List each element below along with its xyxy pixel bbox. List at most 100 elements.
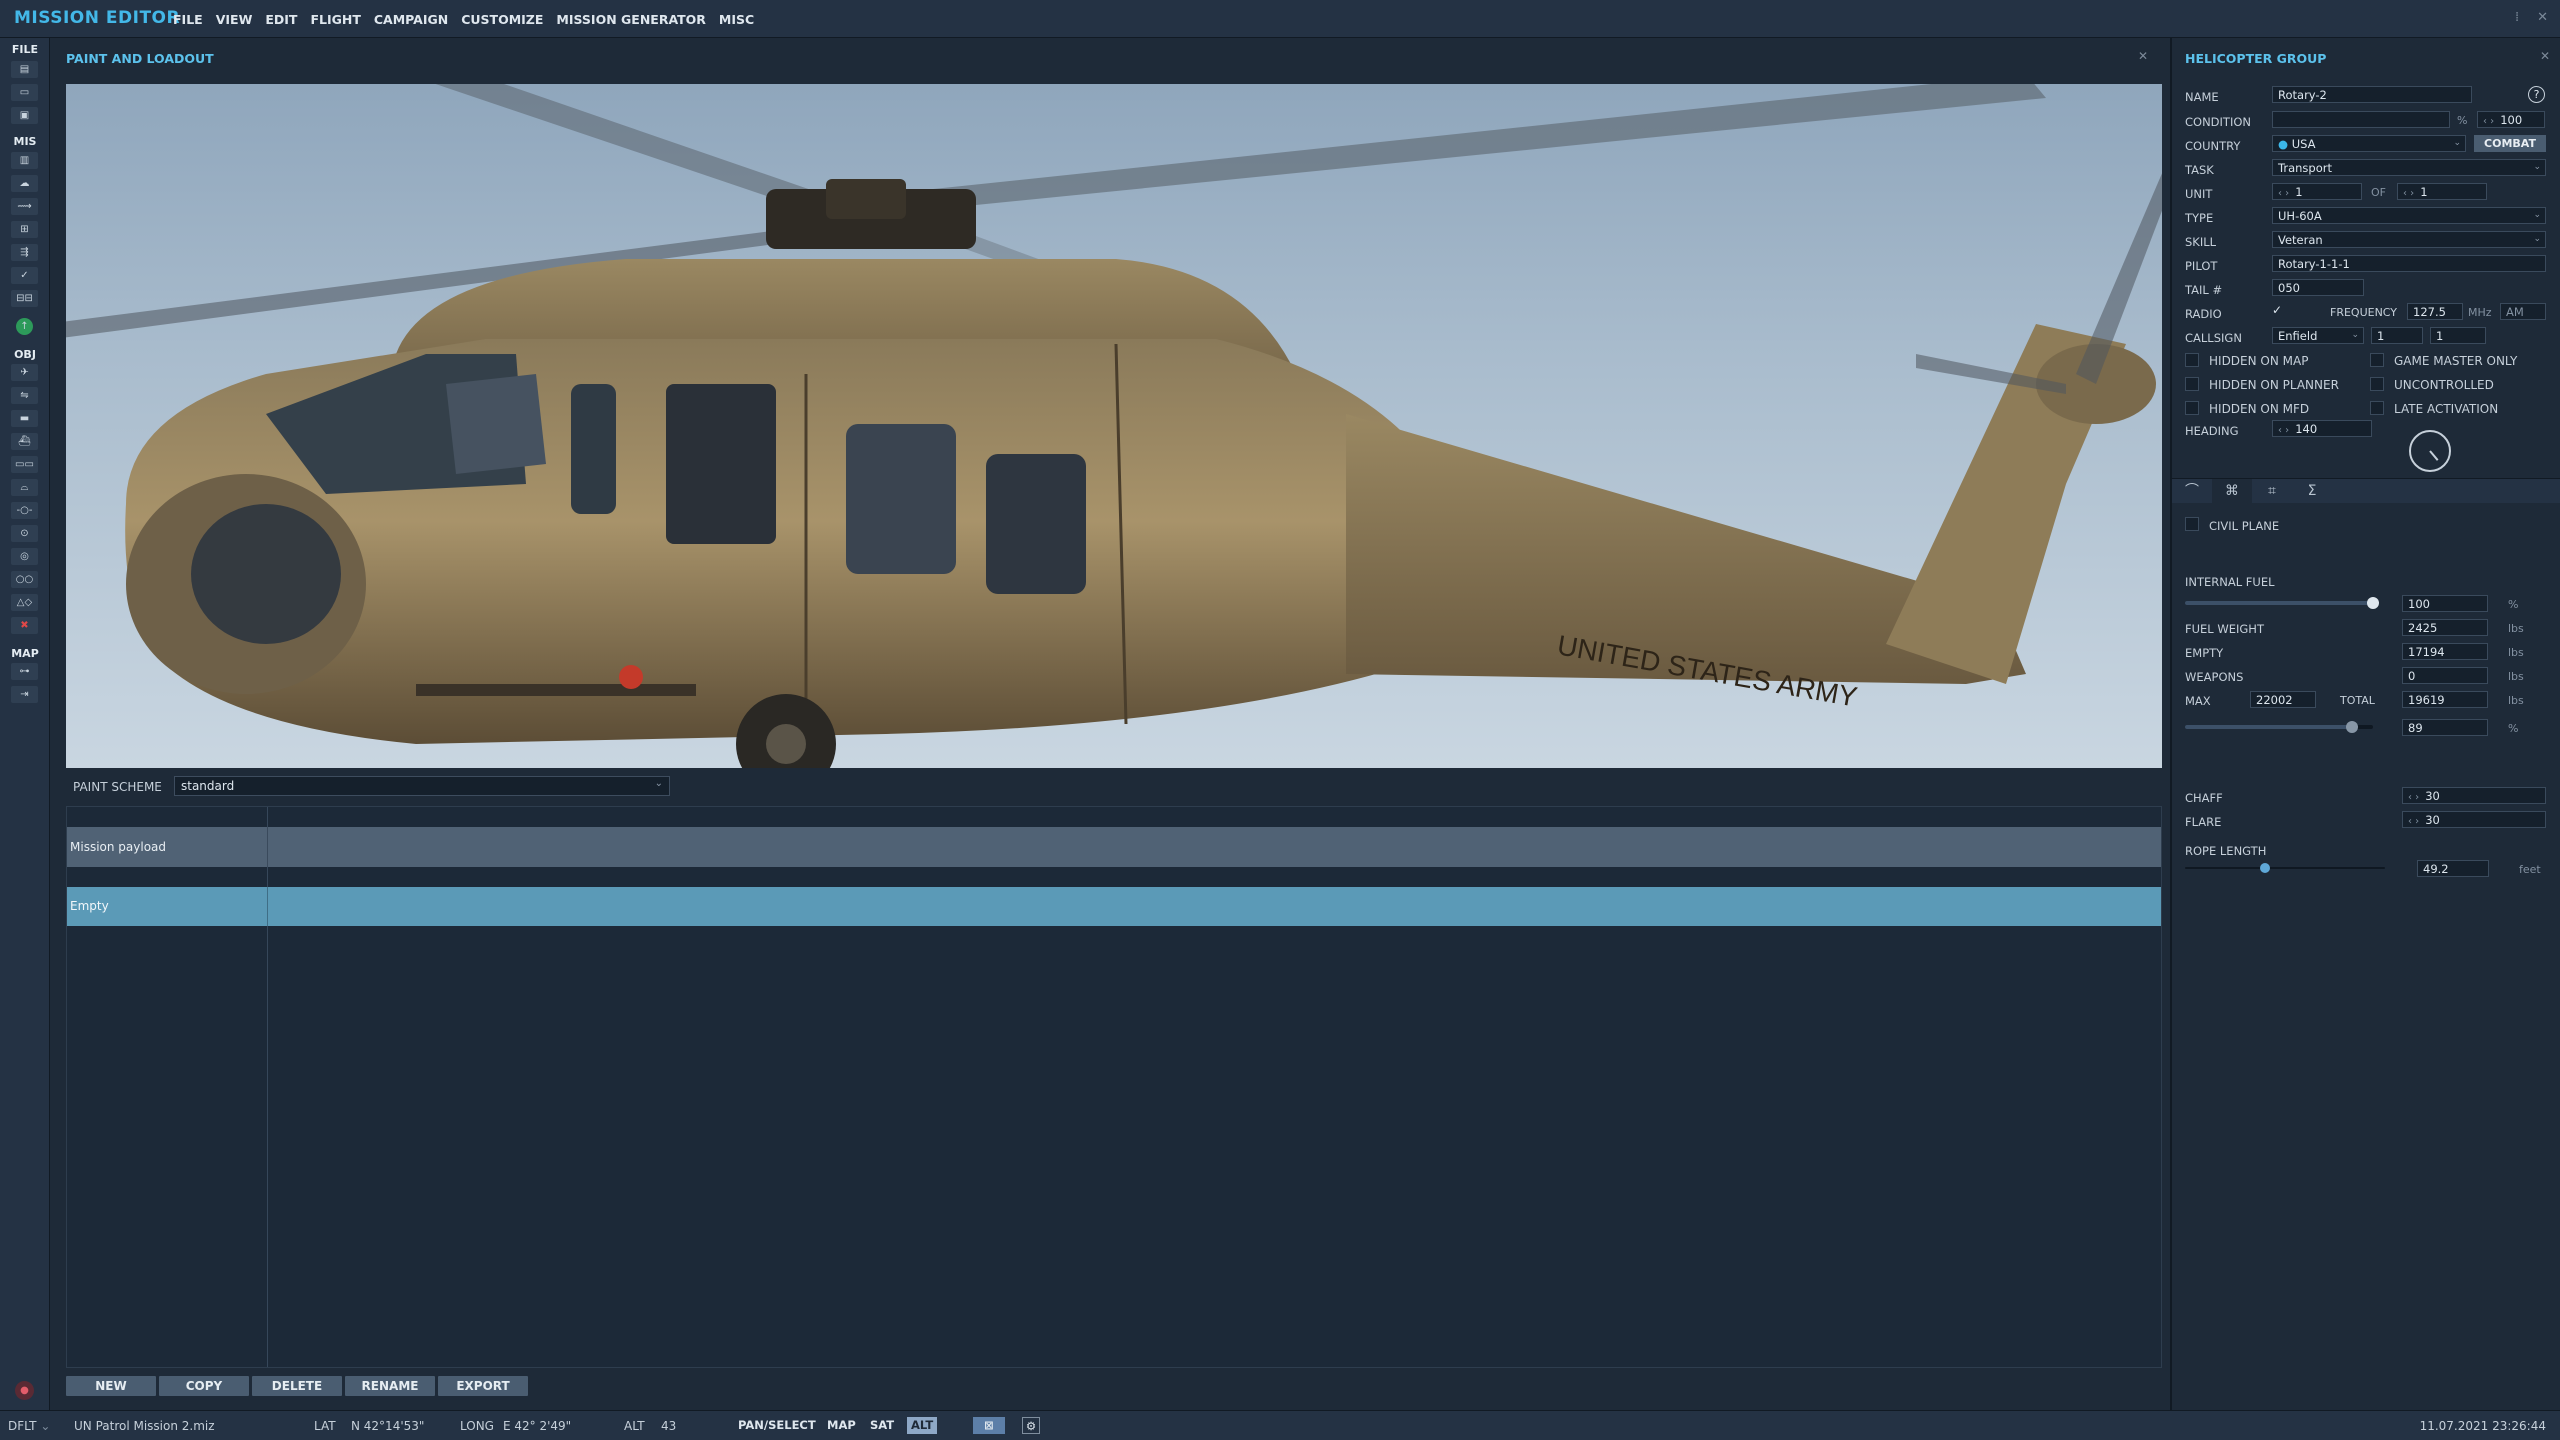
paint-scheme-select[interactable]: standard ⌄: [174, 776, 670, 796]
uncontrolled-checkbox[interactable]: [2370, 377, 2384, 391]
callsign-number-1[interactable]: 1: [2371, 327, 2423, 344]
actions-icon[interactable]: ⇶: [11, 244, 38, 261]
resources-icon[interactable]: ⊟⊟: [11, 290, 38, 307]
combat-button[interactable]: COMBAT: [2474, 135, 2546, 152]
measure-icon[interactable]: ⇥: [11, 686, 38, 703]
menu-flight[interactable]: FLIGHT: [310, 12, 360, 27]
heading-field[interactable]: ‹ › 140: [2272, 420, 2372, 437]
slider-handle-icon[interactable]: [2260, 863, 2270, 873]
altitude-view-button[interactable]: ALT: [907, 1417, 938, 1434]
skill-select[interactable]: Veteran ⌄: [2272, 231, 2546, 248]
menu-misc[interactable]: MISC: [719, 12, 754, 27]
country-select[interactable]: ● USA ⌄: [2272, 135, 2466, 152]
callsign-number-2[interactable]: 1: [2430, 327, 2486, 344]
target-icon[interactable]: ◎: [11, 548, 38, 565]
stepper-arrows-icon[interactable]: ‹ ›: [2403, 188, 2414, 199]
pilot-field[interactable]: Rotary-1-1-1: [2272, 255, 2546, 272]
rope-length-field[interactable]: 49.2: [2417, 860, 2489, 877]
template-icon[interactable]: ⌓: [11, 479, 38, 496]
arrow-up-icon[interactable]: ↑: [16, 318, 33, 335]
menu-file[interactable]: FILE: [173, 12, 203, 27]
type-select[interactable]: UH-60A ⌄: [2272, 207, 2546, 224]
callsign-select[interactable]: Enfield ⌄: [2272, 327, 2364, 344]
airplane-icon[interactable]: ✈: [11, 364, 38, 381]
stepper-arrows-icon[interactable]: ‹ ›: [2483, 116, 2494, 127]
condition-bar[interactable]: [2272, 111, 2450, 128]
menu-campaign[interactable]: CAMPAIGN: [374, 12, 448, 27]
helicopter-preview[interactable]: UNITED STATES ARMY: [66, 84, 2162, 768]
help-icon[interactable]: ?: [2528, 86, 2545, 103]
name-field[interactable]: Rotary-2: [2272, 86, 2472, 103]
heading-dial[interactable]: [2409, 430, 2451, 472]
slider-handle-icon[interactable]: [2346, 721, 2358, 733]
trigger-icon[interactable]: ⟿: [11, 198, 38, 215]
task-select[interactable]: Transport ⌄: [2272, 159, 2546, 176]
satellite-view-button[interactable]: SAT: [866, 1417, 898, 1434]
briefing-icon[interactable]: ▥: [11, 152, 38, 169]
delete-icon[interactable]: ✖: [11, 617, 38, 634]
radio-checkbox[interactable]: ✓: [2272, 303, 2286, 317]
internal-fuel-field[interactable]: 100: [2402, 595, 2488, 612]
civil-plane-checkbox[interactable]: [2185, 517, 2199, 531]
ground-vehicle-icon[interactable]: ▬: [11, 410, 38, 427]
internal-fuel-slider[interactable]: [2185, 597, 2379, 609]
slider-handle-icon[interactable]: [2367, 597, 2379, 609]
unit-total-field[interactable]: ‹ › 1: [2397, 183, 2487, 200]
payload-header-row[interactable]: Mission payload: [67, 827, 2161, 867]
close-icon[interactable]: ✕: [2138, 49, 2148, 63]
helicopter-icon[interactable]: ⇋: [11, 387, 38, 404]
menu-mission-generator[interactable]: MISSION GENERATOR: [556, 12, 706, 27]
tail-field[interactable]: 050: [2272, 279, 2364, 296]
delete-button[interactable]: DELETE: [252, 1376, 342, 1396]
nav-point-icon[interactable]: ⊙: [11, 525, 38, 542]
route-icon[interactable]: -○-: [11, 502, 38, 519]
stepper-arrows-icon[interactable]: ‹ ›: [2278, 188, 2289, 199]
export-button[interactable]: EXPORT: [438, 1376, 528, 1396]
zone-icon[interactable]: ○○: [11, 571, 38, 588]
new-button[interactable]: NEW: [66, 1376, 156, 1396]
frequency-field[interactable]: 127.5: [2407, 303, 2463, 320]
hidden-on-map-checkbox[interactable]: [2185, 353, 2199, 367]
unit-field[interactable]: ‹ › 1: [2272, 183, 2362, 200]
weather-icon[interactable]: ☁: [11, 175, 38, 192]
rename-button[interactable]: RENAME: [345, 1376, 435, 1396]
late-activation-checkbox[interactable]: [2370, 401, 2384, 415]
stepper-arrows-icon[interactable]: ‹ ›: [2278, 425, 2289, 436]
copy-button[interactable]: COPY: [159, 1376, 249, 1396]
record-icon[interactable]: ●: [15, 1381, 34, 1400]
payload-row-selected[interactable]: Empty: [67, 887, 2161, 926]
open-icon[interactable]: ▤: [11, 61, 38, 78]
save-icon[interactable]: ▣: [11, 107, 38, 124]
minimize-icon[interactable]: ⁞: [2515, 10, 2519, 25]
modulation-select[interactable]: AM: [2500, 303, 2546, 320]
ship-icon[interactable]: ⛴: [11, 433, 38, 450]
menu-edit[interactable]: EDIT: [265, 12, 297, 27]
open-folder-icon[interactable]: ▭: [11, 84, 38, 101]
game-master-only-checkbox[interactable]: [2370, 353, 2384, 367]
hidden-on-planner-checkbox[interactable]: [2185, 377, 2199, 391]
close-icon[interactable]: ✕: [2540, 49, 2550, 63]
check-icon[interactable]: ✓: [11, 267, 38, 284]
condition-field[interactable]: ‹ › 100: [2477, 111, 2545, 128]
settings-icon[interactable]: ⚙: [1022, 1417, 1040, 1434]
close-window-icon[interactable]: ✕: [2537, 10, 2548, 25]
rope-length-slider[interactable]: [2185, 863, 2385, 873]
ruler-icon[interactable]: ⊶: [11, 663, 38, 680]
route-tab-icon[interactable]: ⌒: [2172, 479, 2212, 503]
profile-select[interactable]: DFLT ⌄: [8, 1419, 50, 1433]
triggered-actions-tab-icon[interactable]: ⌗: [2252, 479, 2292, 503]
loadout-tab-icon[interactable]: ⌘: [2212, 479, 2252, 503]
hidden-on-mfd-checkbox[interactable]: [2185, 401, 2199, 415]
flare-field[interactable]: ‹ › 30: [2402, 811, 2546, 828]
menu-view[interactable]: VIEW: [216, 12, 253, 27]
map-layer-icon[interactable]: ⊠: [973, 1417, 1005, 1434]
shapes-icon[interactable]: △◇: [11, 594, 38, 611]
static-object-icon[interactable]: ▭▭: [11, 456, 38, 473]
fuel-weight-field[interactable]: 2425: [2402, 619, 2488, 636]
map-view-button[interactable]: MAP: [823, 1417, 860, 1434]
stepper-arrows-icon[interactable]: ‹ ›: [2408, 816, 2419, 827]
chaff-field[interactable]: ‹ › 30: [2402, 787, 2546, 804]
summary-tab-icon[interactable]: Σ: [2292, 479, 2332, 503]
menu-customize[interactable]: CUSTOMIZE: [461, 12, 543, 27]
pan-select-button[interactable]: PAN/SELECT: [734, 1417, 820, 1434]
